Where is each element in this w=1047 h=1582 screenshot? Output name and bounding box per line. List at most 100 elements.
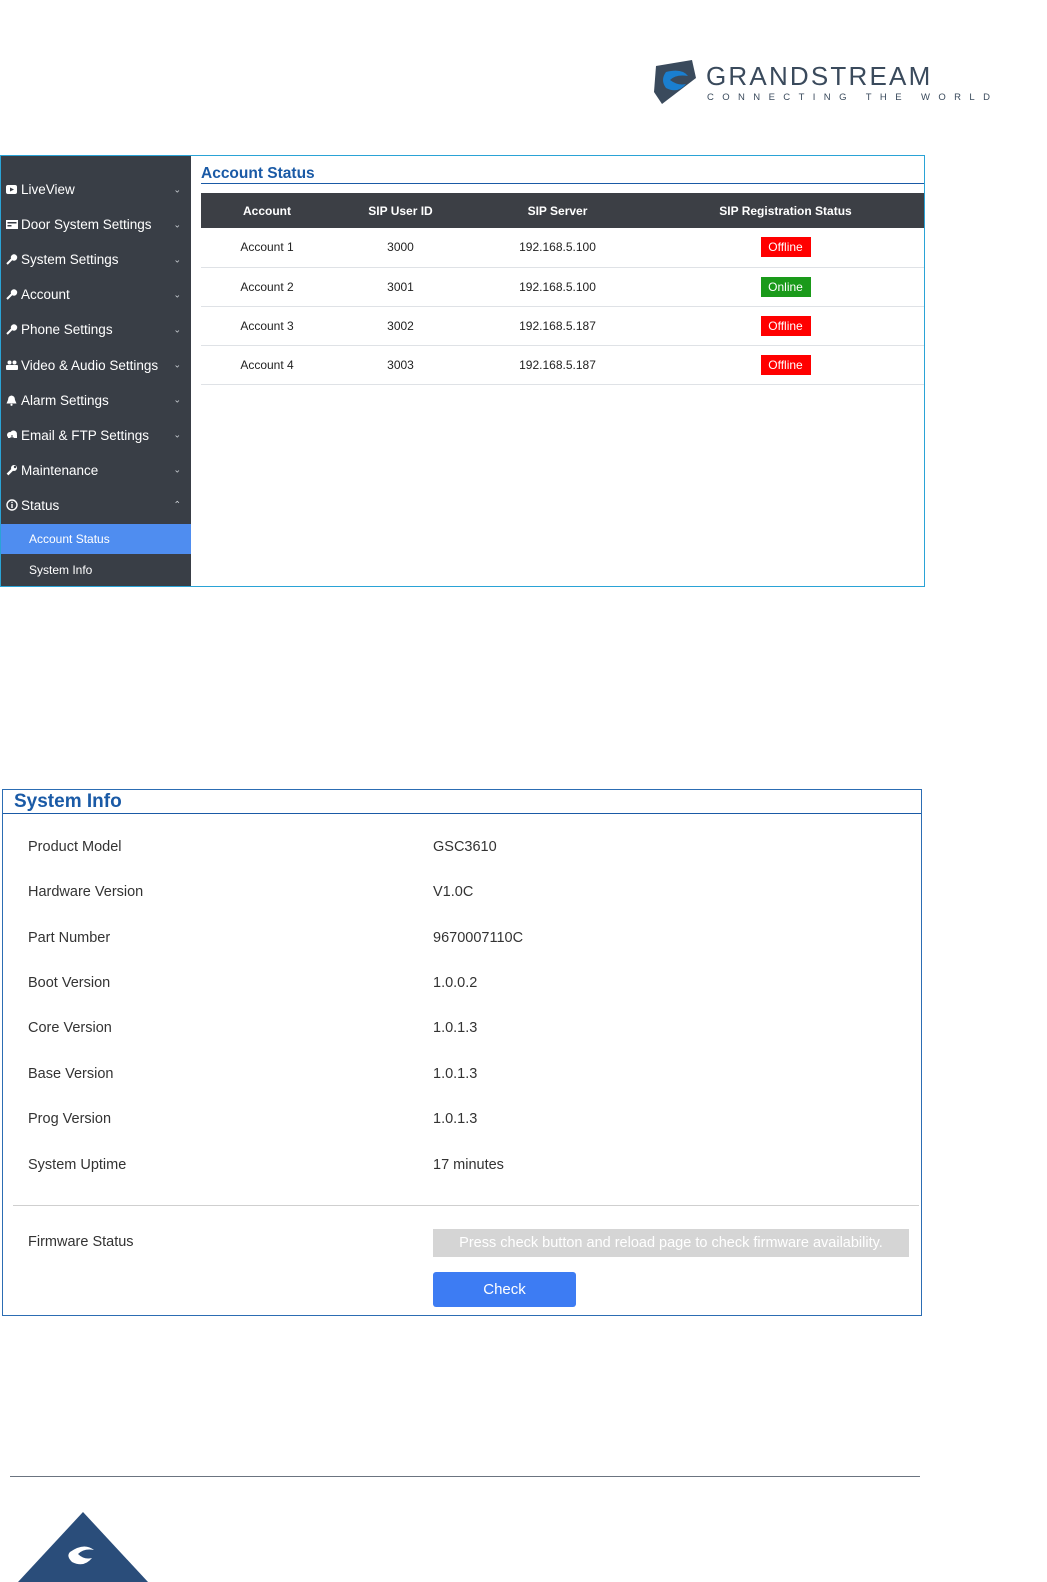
sip-user-id-cell: 3002 — [333, 306, 468, 346]
field-label-prog-version: Prog Version — [28, 1111, 112, 1127]
sip-server-cell: 192.168.5.187 — [468, 345, 647, 385]
status-cell: Offline — [647, 345, 924, 385]
sidebar-item-video-audio-settings[interactable]: Video & Audio Settings ⌄ — [1, 347, 191, 382]
status-cell: Offline — [647, 228, 924, 268]
footer-divider — [10, 1476, 920, 1477]
sidebar-subitem-label: System Info — [29, 562, 93, 577]
chevron-down-icon: ⌄ — [173, 394, 181, 405]
table-header-row: Account SIP User ID SIP Server SIP Regis… — [201, 193, 924, 228]
field-label-hardware-version: Hardware Version — [28, 884, 144, 900]
field-value-product-model: GSC3610 — [433, 839, 497, 855]
cloud-icon — [5, 430, 18, 440]
sidebar-item-label: Account — [21, 287, 70, 303]
table-row: Account 2 3001 192.168.5.100 Online — [201, 267, 924, 307]
column-header-account: Account — [201, 193, 333, 228]
page-title: System Info — [3, 790, 921, 814]
sidebar-item-label: LiveView — [21, 182, 75, 198]
field-value-part-number: 9670007110C — [433, 930, 524, 946]
firmware-status-message: Press check button and reload page to ch… — [433, 1229, 909, 1257]
key-icon — [5, 324, 18, 336]
table-row: Account 4 3003 192.168.5.187 Offline — [201, 345, 924, 385]
sip-server-cell: 192.168.5.187 — [468, 306, 647, 346]
field-label-firmware-status: Firmware Status — [28, 1234, 134, 1250]
column-header-sip-user-id: SIP User ID — [333, 193, 468, 228]
video-icon — [5, 185, 18, 195]
field-label-system-uptime: System Uptime — [28, 1157, 127, 1173]
field-label-base-version: Base Version — [28, 1066, 114, 1082]
check-button[interactable]: Check — [433, 1272, 576, 1307]
sidebar-item-label: Alarm Settings — [21, 392, 109, 408]
sip-server-cell: 192.168.5.100 — [468, 228, 647, 268]
account-status-panel: Account Status Account SIP User ID SIP S… — [201, 156, 924, 385]
account-status-table: Account SIP User ID SIP Server SIP Regis… — [201, 193, 924, 385]
sidebar-item-account[interactable]: Account ⌄ — [1, 277, 191, 312]
chevron-down-icon: ⌄ — [173, 429, 181, 440]
field-value-core-version: 1.0.1.3 — [433, 1020, 478, 1036]
column-header-sip-registration-status: SIP Registration Status — [647, 193, 924, 228]
sidebar-item-system-settings[interactable]: System Settings ⌄ — [1, 242, 191, 277]
field-value-boot-version: 1.0.0.2 — [433, 975, 478, 991]
chevron-up-icon: ⌃ — [173, 499, 181, 510]
chevron-down-icon: ⌄ — [173, 464, 181, 475]
sidebar-item-label: Phone Settings — [21, 322, 113, 338]
sidebar-item-alarm-settings[interactable]: Alarm Settings ⌄ — [1, 383, 191, 418]
field-label-part-number: Part Number — [28, 930, 111, 946]
account-cell: Account 4 — [201, 345, 333, 385]
field-label-product-model: Product Model — [28, 839, 122, 855]
door-icon — [5, 220, 18, 230]
chevron-down-icon: ⌄ — [173, 184, 181, 195]
field-value-prog-version: 1.0.1.3 — [433, 1111, 478, 1127]
sidebar-item-status[interactable]: Status ⌃ — [1, 488, 191, 523]
bell-icon — [5, 395, 18, 406]
table-row: Account 3 3002 192.168.5.187 Offline — [201, 306, 924, 346]
status-cell: Online — [647, 267, 924, 307]
chevron-down-icon: ⌄ — [173, 254, 181, 265]
chevron-down-icon: ⌄ — [173, 359, 181, 370]
brand-name: GRANDSTREAM — [706, 61, 933, 91]
status-badge: Offline — [760, 315, 811, 336]
status-badge: Online — [760, 276, 811, 297]
grandstream-logo: GRANDSTREAM CONNECTING THE WORLD — [652, 58, 990, 108]
divider — [13, 1205, 919, 1206]
info-icon — [5, 499, 18, 512]
users-icon — [5, 360, 18, 371]
chevron-down-icon: ⌄ — [173, 289, 181, 300]
key-icon — [5, 254, 18, 265]
chevron-down-icon: ⌄ — [173, 324, 181, 335]
status-badge: Offline — [760, 237, 811, 258]
status-cell: Offline — [647, 306, 924, 346]
sidebar-item-email-ftp-settings[interactable]: Email & FTP Settings ⌄ — [1, 418, 191, 453]
wrench-icon — [5, 464, 18, 476]
chevron-down-icon: ⌄ — [173, 219, 181, 230]
brand-tagline: CONNECTING THE WORLD — [707, 92, 999, 103]
sidebar: LiveView ⌄ Door System Settings ⌄ System… — [1, 156, 191, 586]
page-title: Account Status — [201, 156, 924, 184]
sidebar-item-maintenance[interactable]: Maintenance ⌄ — [1, 453, 191, 488]
column-header-sip-server: SIP Server — [468, 193, 647, 228]
sidebar-item-label: Video & Audio Settings — [21, 357, 159, 373]
sidebar-item-label: System Settings — [21, 252, 119, 268]
grandstream-footer-logo-icon — [18, 1512, 148, 1582]
field-value-system-uptime: 17 minutes — [433, 1157, 504, 1173]
sidebar-subitem-system-info[interactable]: System Info — [1, 555, 191, 585]
status-badge: Offline — [760, 354, 811, 375]
sidebar-item-phone-settings[interactable]: Phone Settings ⌄ — [1, 312, 191, 347]
account-cell: Account 2 — [201, 267, 333, 307]
field-label-core-version: Core Version — [28, 1020, 112, 1036]
sidebar-item-door-system-settings[interactable]: Door System Settings ⌄ — [1, 207, 191, 242]
system-info-window: System Info Product Model GSC3610 Hardwa… — [2, 789, 922, 1316]
grandstream-logo-mark-icon — [654, 60, 696, 104]
sidebar-item-label: Status — [21, 497, 60, 513]
account-status-window: LiveView ⌄ Door System Settings ⌄ System… — [0, 155, 925, 587]
table-row: Account 1 3000 192.168.5.100 Offline — [201, 228, 924, 268]
sidebar-subitem-account-status[interactable]: Account Status — [1, 523, 191, 554]
sidebar-item-liveview[interactable]: LiveView ⌄ — [1, 172, 191, 207]
account-cell: Account 3 — [201, 306, 333, 346]
sip-user-id-cell: 3000 — [333, 228, 468, 268]
key-icon — [5, 289, 18, 301]
sidebar-subitem-label: Account Status — [29, 531, 110, 546]
field-value-hardware-version: V1.0C — [433, 884, 474, 900]
sip-user-id-cell: 3001 — [333, 267, 468, 307]
account-cell: Account 1 — [201, 228, 333, 268]
field-value-base-version: 1.0.1.3 — [433, 1066, 478, 1082]
